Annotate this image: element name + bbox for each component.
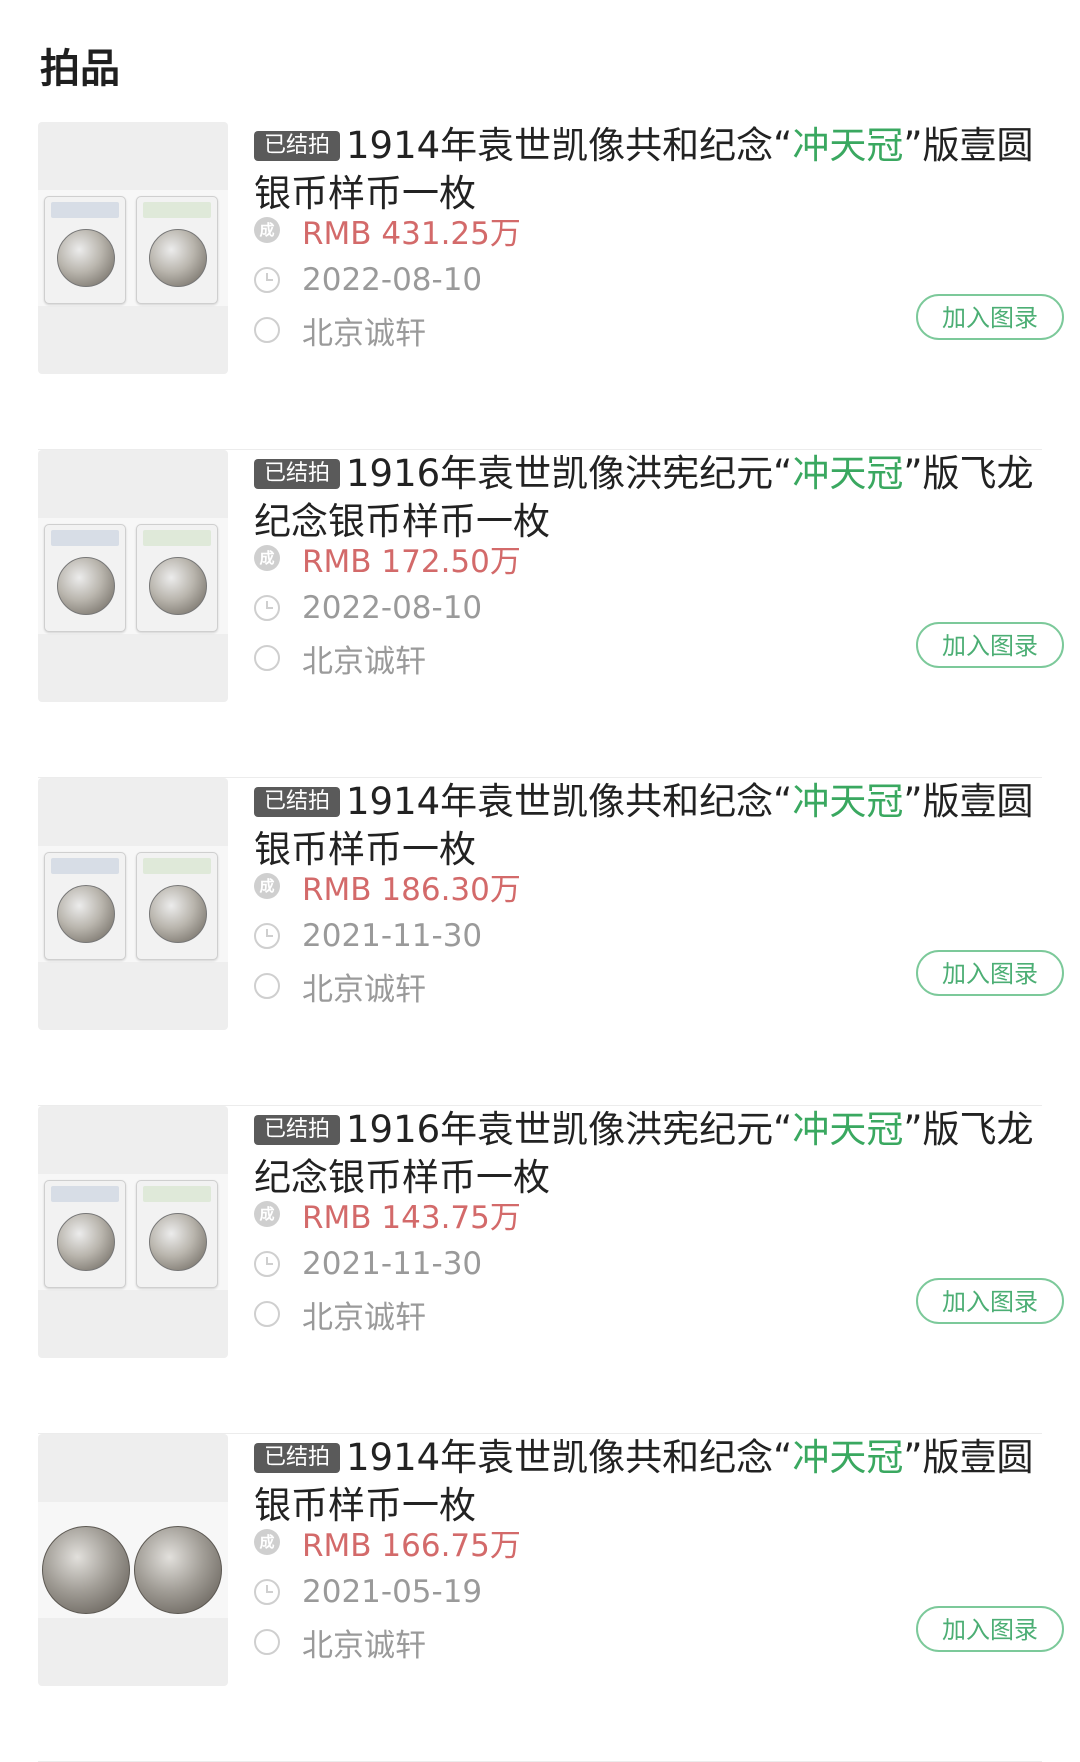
deal-badge-icon: 成 bbox=[254, 1201, 280, 1227]
graded-slab-image bbox=[136, 852, 218, 960]
date-row: 2021-11-30 bbox=[254, 916, 482, 956]
coin-reverse-image bbox=[134, 1526, 222, 1614]
hammer-price: RMB 143.75万 bbox=[302, 1199, 521, 1236]
clock-icon bbox=[254, 1579, 280, 1605]
add-to-catalog-button[interactable]: 加入图录 bbox=[916, 1606, 1064, 1652]
graded-slab-image bbox=[44, 524, 126, 632]
date-row: 2022-08-10 bbox=[254, 588, 482, 628]
circle-icon bbox=[254, 645, 280, 671]
lot-thumbnail[interactable] bbox=[38, 1106, 228, 1358]
auction-house: 北京诚轩 bbox=[302, 971, 426, 1008]
hammer-price: RMB 166.75万 bbox=[302, 1527, 521, 1564]
circle-icon bbox=[254, 1301, 280, 1327]
lot-thumbnail[interactable] bbox=[38, 1434, 228, 1686]
add-to-catalog-button[interactable]: 加入图录 bbox=[916, 622, 1064, 668]
auction-date: 2021-05-19 bbox=[302, 1574, 483, 1610]
price-row: 成 RMB 166.75万 bbox=[254, 1522, 521, 1564]
lot-title[interactable]: 已结拍 1914年袁世凯像共和纪念“冲天冠”版壹圆银币样币一枚 bbox=[254, 122, 1054, 218]
lot-thumbnail[interactable] bbox=[38, 778, 228, 1030]
status-badge: 已结拍 bbox=[254, 787, 341, 817]
date-row: 2021-05-19 bbox=[254, 1572, 482, 1612]
deal-badge-icon: 成 bbox=[254, 545, 280, 571]
deal-badge-icon: 成 bbox=[254, 1529, 280, 1555]
lot-title[interactable]: 已结拍 1914年袁世凯像共和纪念“冲天冠”版壹圆银币样币一枚 bbox=[254, 778, 1054, 874]
auction-date: 2021-11-30 bbox=[302, 918, 483, 954]
house-row: 北京诚轩 bbox=[254, 966, 426, 1008]
lot-title[interactable]: 已结拍 1916年袁世凯像洪宪纪元“冲天冠”版飞龙纪念银币样币一枚 bbox=[254, 450, 1054, 546]
price-row: 成 RMB 143.75万 bbox=[254, 1194, 521, 1236]
list-item[interactable]: 已结拍 1916年袁世凯像洪宪纪元“冲天冠”版飞龙纪念银币样币一枚 成 RMB 1… bbox=[0, 450, 1080, 778]
price-row: 成 RMB 431.25万 bbox=[254, 210, 521, 252]
hammer-price: RMB 431.25万 bbox=[302, 215, 521, 252]
deal-badge-icon: 成 bbox=[254, 873, 280, 899]
lot-title[interactable]: 已结拍 1916年袁世凯像洪宪纪元“冲天冠”版飞龙纪念银币样币一枚 bbox=[254, 1106, 1054, 1202]
circle-icon bbox=[254, 317, 280, 343]
add-to-catalog-button[interactable]: 加入图录 bbox=[916, 294, 1064, 340]
list-item[interactable]: 已结拍 1914年袁世凯像共和纪念“冲天冠”版壹圆银币样币一枚 成 RMB 166… bbox=[0, 1434, 1080, 1762]
graded-slab-image bbox=[136, 196, 218, 304]
status-badge: 已结拍 bbox=[254, 1115, 341, 1145]
graded-slab-image bbox=[136, 1180, 218, 1288]
status-badge: 已结拍 bbox=[254, 459, 341, 489]
house-row: 北京诚轩 bbox=[254, 638, 426, 680]
hammer-price: RMB 172.50万 bbox=[302, 543, 521, 580]
graded-slab-image bbox=[44, 1180, 126, 1288]
auction-date: 2021-11-30 bbox=[302, 1246, 483, 1282]
list-item[interactable]: 已结拍 1916年袁世凯像洪宪纪元“冲天冠”版飞龙纪念银币样币一枚 成 RMB 1… bbox=[0, 1106, 1080, 1434]
house-row: 北京诚轩 bbox=[254, 1622, 426, 1664]
date-row: 2021-11-30 bbox=[254, 1244, 482, 1284]
clock-icon bbox=[254, 595, 280, 621]
auction-house: 北京诚轩 bbox=[302, 1627, 426, 1664]
lot-list: 已结拍 1914年袁世凯像共和纪念“冲天冠”版壹圆银币样币一枚 成 RMB 431… bbox=[0, 122, 1080, 1762]
auction-date: 2022-08-10 bbox=[302, 262, 483, 298]
clock-icon bbox=[254, 267, 280, 293]
list-item[interactable]: 已结拍 1914年袁世凯像共和纪念“冲天冠”版壹圆银币样币一枚 成 RMB 431… bbox=[0, 122, 1080, 450]
auction-house: 北京诚轩 bbox=[302, 315, 426, 352]
graded-slab-image bbox=[44, 852, 126, 960]
list-item[interactable]: 已结拍 1914年袁世凯像共和纪念“冲天冠”版壹圆银币样币一枚 成 RMB 186… bbox=[0, 778, 1080, 1106]
page-title: 拍品 bbox=[40, 46, 120, 92]
hammer-price: RMB 186.30万 bbox=[302, 871, 521, 908]
coin-obverse-image bbox=[42, 1526, 130, 1614]
clock-icon bbox=[254, 923, 280, 949]
graded-slab-image bbox=[44, 196, 126, 304]
circle-icon bbox=[254, 973, 280, 999]
lot-title[interactable]: 已结拍 1914年袁世凯像共和纪念“冲天冠”版壹圆银币样币一枚 bbox=[254, 1434, 1054, 1530]
auction-house: 北京诚轩 bbox=[302, 1299, 426, 1336]
status-badge: 已结拍 bbox=[254, 1443, 341, 1473]
price-row: 成 RMB 186.30万 bbox=[254, 866, 521, 908]
clock-icon bbox=[254, 1251, 280, 1277]
status-badge: 已结拍 bbox=[254, 131, 341, 161]
auction-date: 2022-08-10 bbox=[302, 590, 483, 626]
date-row: 2022-08-10 bbox=[254, 260, 482, 300]
auction-house: 北京诚轩 bbox=[302, 643, 426, 680]
house-row: 北京诚轩 bbox=[254, 310, 426, 352]
deal-badge-icon: 成 bbox=[254, 217, 280, 243]
lot-thumbnail[interactable] bbox=[38, 122, 228, 374]
add-to-catalog-button[interactable]: 加入图录 bbox=[916, 1278, 1064, 1324]
price-row: 成 RMB 172.50万 bbox=[254, 538, 521, 580]
graded-slab-image bbox=[136, 524, 218, 632]
house-row: 北京诚轩 bbox=[254, 1294, 426, 1336]
circle-icon bbox=[254, 1629, 280, 1655]
lot-thumbnail[interactable] bbox=[38, 450, 228, 702]
add-to-catalog-button[interactable]: 加入图录 bbox=[916, 950, 1064, 996]
